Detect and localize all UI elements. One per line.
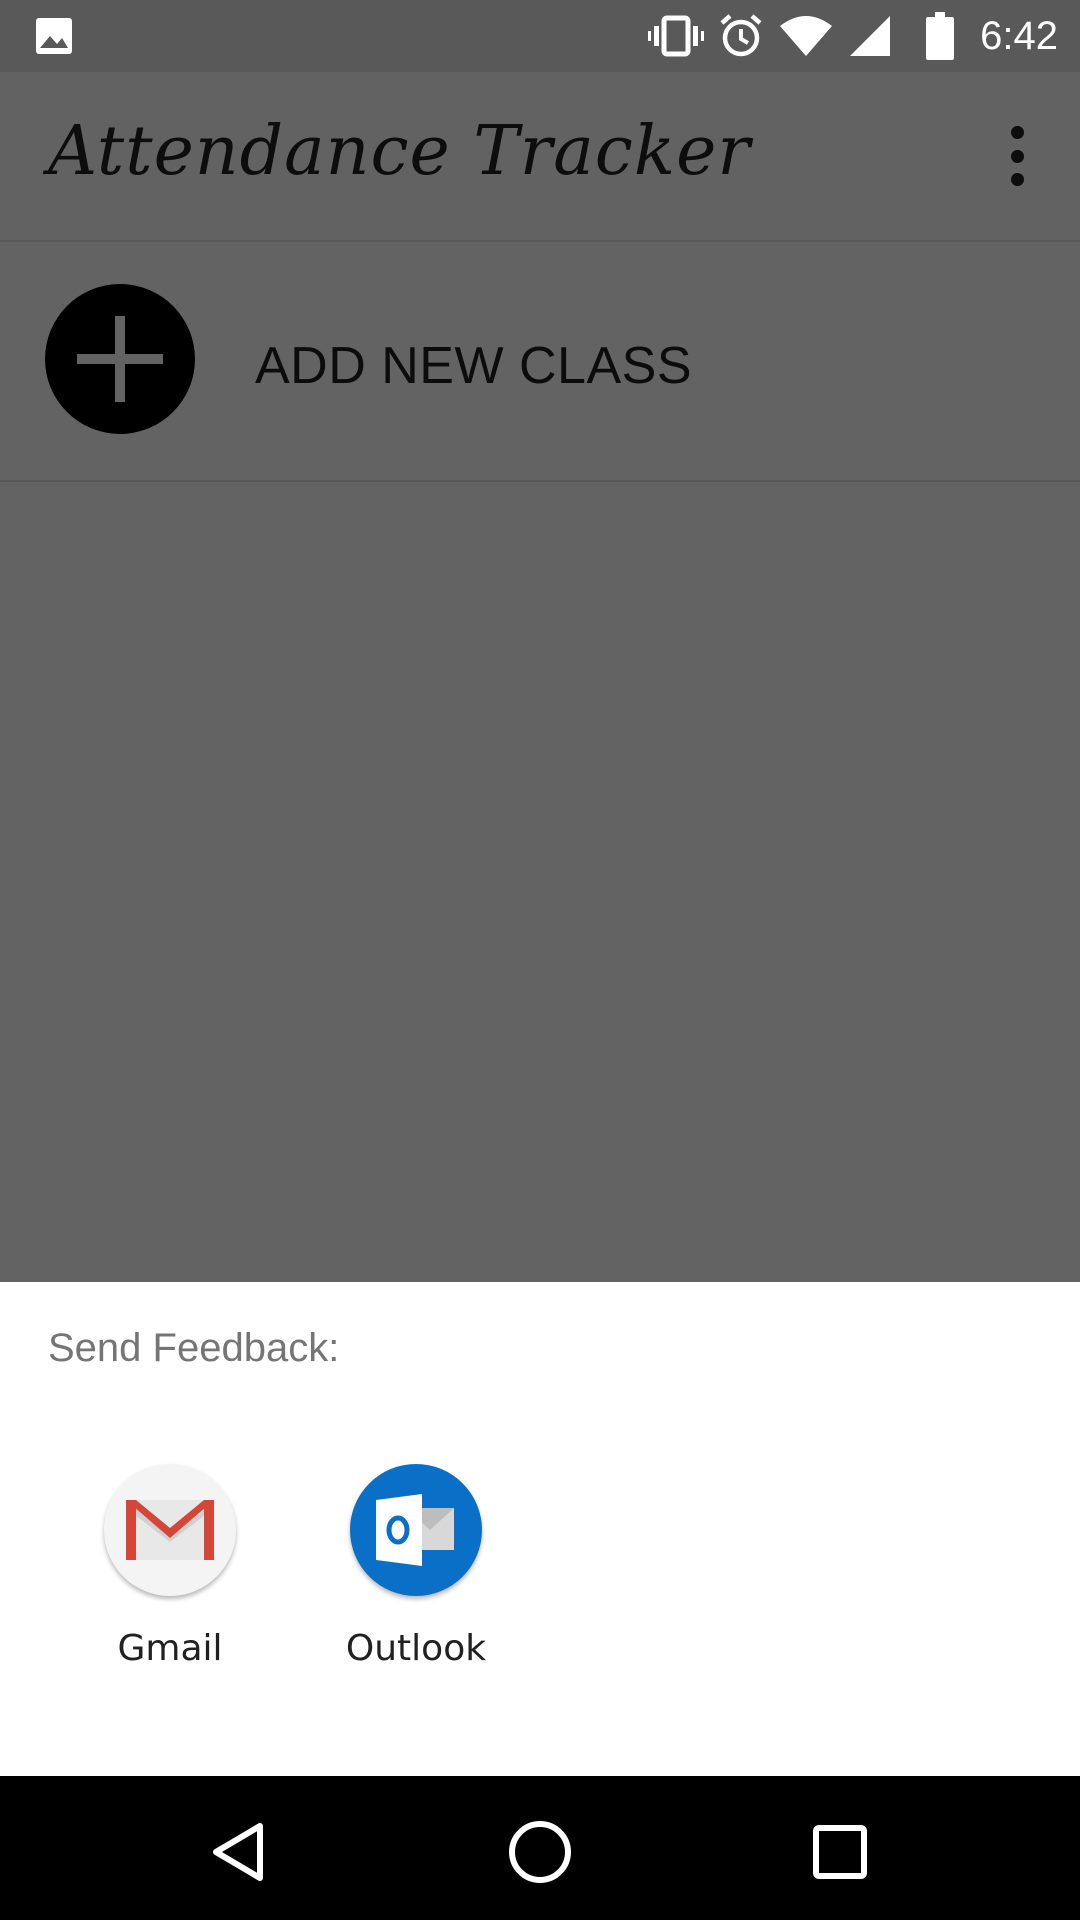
back-icon[interactable] xyxy=(200,1812,280,1892)
share-app-label: Outlook xyxy=(345,1628,487,1669)
app-bar: Attendance Tracker xyxy=(0,72,1080,242)
share-sheet: Send Feedback: Gmail Outlook xyxy=(0,1282,1080,1776)
vibrate-icon xyxy=(648,14,705,58)
share-sheet-title: Send Feedback: xyxy=(48,1326,340,1370)
status-icons: 6:42 xyxy=(634,0,1058,72)
add-new-class-label: ADD NEW CLASS xyxy=(255,337,693,395)
recents-icon[interactable] xyxy=(800,1812,880,1892)
image-icon xyxy=(34,16,74,56)
outlook-icon xyxy=(350,1464,482,1596)
more-vert-icon[interactable] xyxy=(992,126,1042,186)
status-bar: 6:42 xyxy=(0,0,1080,72)
alarm-icon xyxy=(718,13,764,59)
plus-icon xyxy=(45,284,195,434)
share-app-label: Gmail xyxy=(117,1628,223,1669)
signal-icon xyxy=(848,14,892,58)
gmail-icon xyxy=(104,1464,236,1596)
app-title: Attendance Tracker xyxy=(48,112,751,191)
status-time: 6:42 xyxy=(980,13,1058,58)
home-icon[interactable] xyxy=(500,1812,580,1892)
navigation-bar xyxy=(0,1776,1080,1920)
wifi-icon xyxy=(778,14,834,58)
share-app-outlook[interactable]: Outlook xyxy=(316,1464,516,1704)
battery-icon xyxy=(926,12,955,60)
share-app-gmail[interactable]: Gmail xyxy=(70,1464,270,1704)
add-new-class-row[interactable]: ADD NEW CLASS xyxy=(0,242,1080,482)
